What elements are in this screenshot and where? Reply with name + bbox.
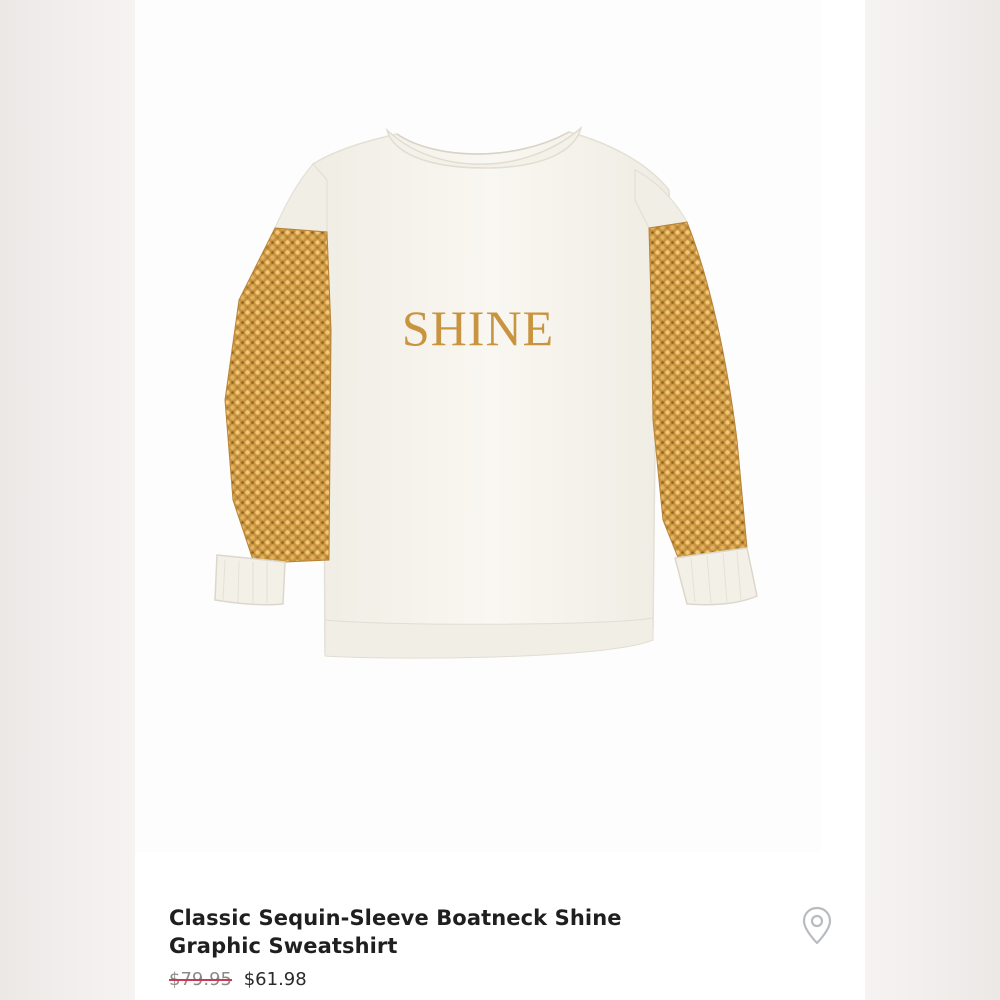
sale-price: $61.98 xyxy=(243,969,307,990)
product-info: Classic Sequin-Sleeve Boatneck Shine Gra… xyxy=(135,852,865,1000)
product-photo[interactable]: SHINE xyxy=(135,0,821,852)
shine-graphic-text: SHINE xyxy=(402,300,554,356)
product-card[interactable]: SHINE Classic Sequin-Sleeve Boatneck Shi… xyxy=(135,0,865,1000)
price-row: $79.95 $61.98 xyxy=(169,968,307,992)
product-page: SHINE Classic Sequin-Sleeve Boatneck Shi… xyxy=(0,0,1000,1000)
sweatshirt-image: SHINE xyxy=(214,125,758,659)
location-pin-icon[interactable] xyxy=(801,906,833,946)
product-title[interactable]: Classic Sequin-Sleeve Boatneck Shine Gra… xyxy=(169,904,689,960)
original-price: $79.95 xyxy=(169,969,232,990)
